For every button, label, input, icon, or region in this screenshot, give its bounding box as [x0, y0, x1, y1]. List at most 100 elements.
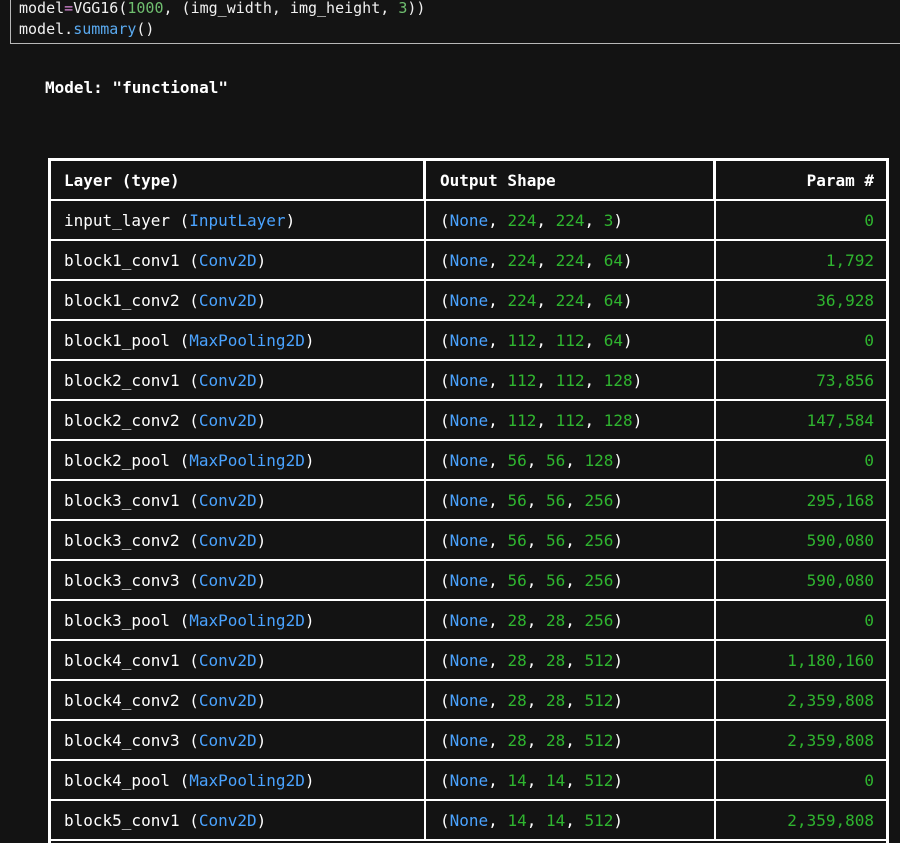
- paren-open: (: [169, 770, 190, 790]
- comma: ,: [565, 770, 585, 790]
- layer-name: block4_pool: [64, 770, 170, 790]
- paren-close: ): [623, 250, 633, 270]
- table-row: block4_conv1 (Conv2D)(None, 28, 28, 512)…: [51, 641, 886, 681]
- shape-batch-none: None: [449, 410, 489, 430]
- layer-type: Conv2D: [198, 410, 257, 430]
- table-row: block3_pool (MaxPooling2D)(None, 28, 28,…: [51, 601, 886, 641]
- layer-type: MaxPooling2D: [189, 770, 305, 790]
- comma: ,: [488, 810, 508, 830]
- layer-name: block4_conv2: [64, 690, 180, 710]
- paren-open: (: [179, 410, 199, 430]
- output-shape-cell: (None, 224, 224, 3): [426, 201, 716, 239]
- layer-name: block3_conv1: [64, 490, 180, 510]
- paren-open: (: [179, 570, 199, 590]
- layer-cell: block3_conv2 (Conv2D): [51, 521, 426, 559]
- comma: ,: [526, 690, 546, 710]
- layer-cell: block1_conv1 (Conv2D): [51, 241, 426, 279]
- layer-name: block1_conv2: [64, 290, 180, 310]
- shape-batch-none: None: [449, 370, 489, 390]
- layer-cell: block1_conv2 (Conv2D): [51, 281, 426, 319]
- output-shape-cell: (None, 56, 56, 128): [426, 441, 716, 479]
- table-row: block4_conv2 (Conv2D)(None, 28, 28, 512)…: [51, 681, 886, 721]
- shape-batch-none: None: [449, 290, 489, 310]
- table-header: Layer (type) Output Shape Param #: [51, 161, 886, 201]
- paren-close: ): [623, 330, 633, 350]
- layer-name: block3_conv2: [64, 530, 180, 550]
- comma: ,: [565, 650, 585, 670]
- param-count: 0: [864, 330, 874, 350]
- paren-open: (: [440, 810, 450, 830]
- layer-cell: block2_conv1 (Conv2D): [51, 361, 426, 399]
- comma: ,: [526, 650, 546, 670]
- shape-dim: 56: [507, 570, 527, 590]
- paren-close: ): [256, 490, 267, 510]
- shape-dim: 64: [603, 290, 624, 310]
- paren-close: ): [256, 410, 267, 430]
- param-count: 590,080: [806, 530, 874, 550]
- shape-dim: 112: [555, 370, 585, 390]
- code-args: , (img_width, img_height,: [163, 0, 399, 17]
- paren-open: (: [440, 490, 450, 510]
- layer-cell: input_layer (InputLayer): [51, 201, 426, 239]
- code-cell[interactable]: model=VGG16(1000, (img_width, img_height…: [10, 0, 900, 44]
- paren-open: (: [440, 730, 450, 750]
- param-count: 1,180,160: [787, 650, 874, 670]
- param-count-cell: 590,080: [716, 521, 886, 559]
- paren-close: ): [256, 810, 267, 830]
- param-count: 295,168: [806, 490, 874, 510]
- comma: ,: [488, 330, 508, 350]
- paren-open: (: [440, 690, 450, 710]
- comma: ,: [536, 330, 556, 350]
- shape-batch-none: None: [449, 570, 489, 590]
- param-count-cell: 0: [716, 201, 886, 239]
- output-shape-cell: (None, 28, 28, 512): [426, 641, 716, 679]
- shape-dim: 28: [545, 610, 566, 630]
- paren-open: (: [169, 450, 190, 470]
- shape-dim: 56: [545, 530, 566, 550]
- shape-dim: 224: [507, 250, 537, 270]
- paren-open: (: [169, 330, 190, 350]
- output-shape-cell: (None, 224, 224, 64): [426, 241, 716, 279]
- layer-name: block1_pool: [64, 330, 170, 350]
- paren-close: ): [304, 450, 315, 470]
- comma: ,: [488, 530, 508, 550]
- shape-dim: 512: [584, 730, 614, 750]
- comma: ,: [584, 290, 604, 310]
- param-count-cell: 73,856: [716, 361, 886, 399]
- param-count: 73,856: [816, 370, 874, 390]
- shape-dim: 256: [584, 490, 614, 510]
- layer-name: block2_conv1: [64, 370, 180, 390]
- code-close: )): [407, 0, 426, 17]
- paren-open: (: [179, 370, 199, 390]
- shape-dim: 3: [603, 210, 614, 230]
- comma: ,: [526, 770, 546, 790]
- code-number: 3: [398, 0, 408, 17]
- layer-type: Conv2D: [198, 690, 257, 710]
- shape-dim: 112: [555, 410, 585, 430]
- shape-dim: 28: [507, 610, 527, 630]
- comma: ,: [526, 530, 546, 550]
- param-count-cell: 0: [716, 321, 886, 359]
- paren-close: ): [613, 730, 624, 750]
- paren-close: ): [613, 810, 624, 830]
- output-shape-cell: (None, 112, 112, 64): [426, 321, 716, 359]
- layer-type: Conv2D: [198, 250, 257, 270]
- param-count: 2,359,808: [787, 690, 874, 710]
- shape-batch-none: None: [449, 690, 489, 710]
- paren-close: ): [256, 650, 267, 670]
- shape-dim: 56: [545, 570, 566, 590]
- shape-dim: 128: [603, 370, 633, 390]
- shape-batch-none: None: [449, 650, 489, 670]
- shape-batch-none: None: [449, 250, 489, 270]
- comma: ,: [488, 250, 508, 270]
- table-row: input_layer (InputLayer)(None, 224, 224,…: [51, 201, 886, 241]
- comma: ,: [488, 450, 508, 470]
- shape-dim: 28: [507, 650, 527, 670]
- output-shape-cell: (None, 28, 28, 256): [426, 601, 716, 639]
- comma: ,: [565, 690, 585, 710]
- shape-dim: 56: [507, 490, 527, 510]
- layer-name: block2_conv2: [64, 410, 180, 430]
- table-row: block2_conv1 (Conv2D)(None, 112, 112, 12…: [51, 361, 886, 401]
- paren-close: ): [632, 370, 643, 390]
- paren-open: (: [169, 610, 190, 630]
